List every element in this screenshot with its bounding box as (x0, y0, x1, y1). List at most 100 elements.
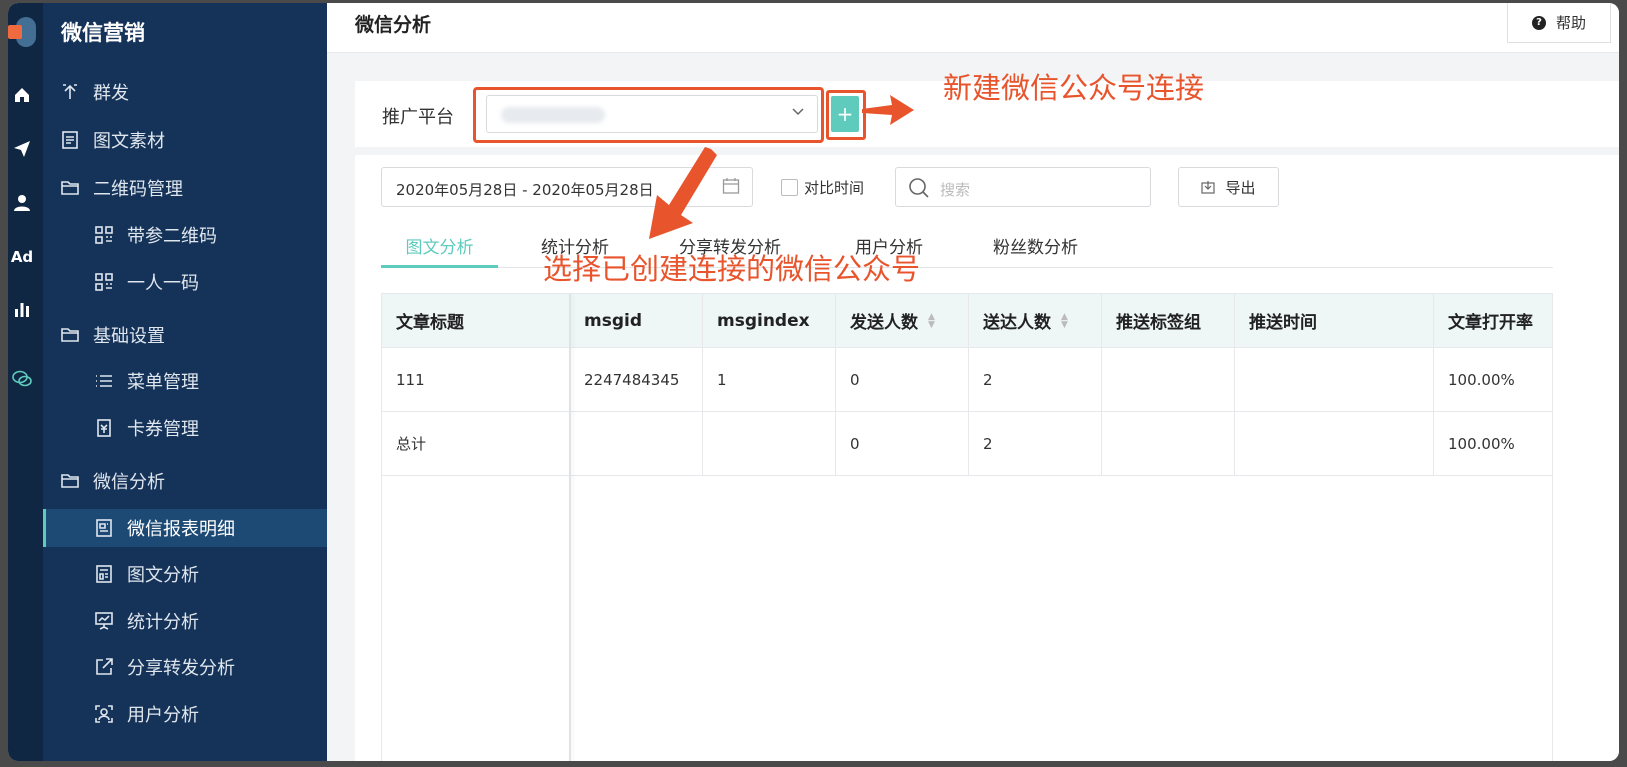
sidebar-item-label: 一人一码 (127, 273, 199, 294)
annotation-select-connection: 选择已创建连接的微信公众号 (543, 252, 921, 286)
sidebar-item-label: 图文分析 (127, 565, 199, 586)
qrcode-icon (93, 271, 115, 293)
sidebar-item-share-analysis[interactable]: 分享转发分析 (43, 648, 327, 686)
column-header: 推送标签组 (1102, 294, 1235, 347)
table-cell (703, 412, 836, 475)
date-range-value: 2020年05月28日 - 2020年05月28日 (396, 181, 654, 199)
search-icon (909, 178, 929, 198)
table-cell (1235, 412, 1434, 475)
fixed-column-divider (569, 294, 571, 761)
annotation-new-connection: 新建微信公众号连接 (943, 71, 1205, 105)
help-label: 帮助 (1555, 14, 1586, 32)
sidebar-item-broadcast[interactable]: 群发 (43, 73, 327, 111)
search-placeholder: 搜索 (940, 181, 971, 199)
folder-icon (59, 324, 81, 346)
sidebar-item-coupons[interactable]: 卡券管理 (43, 409, 327, 447)
sidebar-item-wechat-analysis[interactable]: 微信分析 (43, 462, 327, 500)
page-title: 微信分析 (355, 14, 432, 36)
sidebar-item-materials[interactable]: 图文素材 (43, 121, 327, 159)
export-label: 导出 (1225, 178, 1256, 197)
sidebar-item-user-analysis[interactable]: 用户分析 (43, 695, 327, 733)
presentation-chart-icon (93, 610, 115, 632)
platform-label: 推广平台 (382, 107, 454, 128)
app-window: Ad 微信营销 群发 图文素材 二维码管理 带参二维码 一人一码 基础设置 菜单… (8, 3, 1619, 761)
document-icon (59, 129, 81, 151)
checkbox[interactable] (781, 179, 798, 196)
icon-rail: Ad (8, 3, 43, 761)
help-button[interactable]: ? 帮助 (1507, 3, 1611, 43)
sidebar-item-stats-analysis[interactable]: 统计分析 (43, 602, 327, 640)
annotation-highlight-select (473, 87, 824, 143)
sidebar-title: 微信营销 (61, 21, 145, 45)
sidebar-item-label: 分享转发分析 (127, 658, 235, 679)
chart-icon[interactable] (8, 295, 36, 323)
send-icon[interactable] (8, 135, 36, 163)
app-logo (8, 17, 36, 47)
table-cell (1102, 412, 1235, 475)
annotation-arrow-down (649, 147, 717, 239)
list-icon (93, 370, 115, 392)
column-header: 文章标题 (382, 294, 570, 347)
wechat-icon[interactable] (8, 365, 36, 393)
table-cell: 0 (836, 348, 969, 411)
sort-icon[interactable]: ▲ ▼ (928, 312, 935, 329)
sidebar-item-label: 基础设置 (93, 326, 165, 347)
report-icon (93, 517, 115, 539)
tab-fans-analysis[interactable]: 粉丝数分析 (993, 233, 1078, 268)
table-cell: 1 (703, 348, 836, 411)
sidebar-item-label: 菜单管理 (127, 372, 199, 393)
sidebar-item-label: 图文素材 (93, 131, 165, 152)
folder-icon (59, 177, 81, 199)
sidebar-item-label: 统计分析 (127, 612, 199, 633)
export-button[interactable]: 导出 (1178, 167, 1279, 207)
sidebar-item-personal-qrcode[interactable]: 一人一码 (43, 263, 327, 301)
ad-icon[interactable]: Ad (8, 243, 36, 271)
sidebar-item-qrcode[interactable]: 二维码管理 (43, 169, 327, 207)
sidebar-item-label: 微信分析 (93, 472, 165, 493)
annotation-arrow-right (862, 95, 914, 125)
column-header: msgid (570, 294, 703, 347)
table-cell (1102, 348, 1235, 411)
column-header-sortable[interactable]: 发送人数 ▲ ▼ (836, 294, 969, 347)
table-total-row: 总计 0 2 100.00% (382, 412, 1552, 476)
table-cell: 2 (969, 348, 1102, 411)
qrcode-icon (93, 224, 115, 246)
table-cell: 100.00% (1448, 434, 1515, 453)
sidebar-item-basic-settings[interactable]: 基础设置 (43, 316, 327, 354)
table-cell (1235, 348, 1434, 411)
sidebar-item-param-qrcode[interactable]: 带参二维码 (43, 216, 327, 254)
sidebar-item-label: 带参二维码 (127, 226, 217, 247)
sidebar-item-article-analysis[interactable]: 图文分析 (43, 555, 327, 593)
data-table: 文章标题 msgid msgindex 发送人数 ▲ ▼ 送达人数 ▲ ▼ 推送标签… (381, 293, 1553, 761)
sidebar-item-label: 用户分析 (127, 705, 199, 726)
home-icon[interactable] (8, 81, 36, 109)
column-header: 文章打开率 (1448, 313, 1533, 333)
column-header-label: 送达人数 (983, 313, 1051, 333)
column-header-label: 发送人数 (850, 313, 918, 333)
table-cell (570, 412, 703, 475)
page-header: 微信分析 ? 帮助 (327, 3, 1619, 53)
export-icon (1201, 181, 1216, 194)
search-input[interactable]: 搜索 (895, 167, 1151, 207)
column-header: 推送时间 (1235, 294, 1434, 347)
table-cell: 2247484345 (570, 348, 703, 411)
sidebar-item-label: 卡券管理 (127, 419, 199, 440)
user-icon[interactable] (8, 189, 36, 217)
column-header-sortable[interactable]: 送达人数 ▲ ▼ (969, 294, 1102, 347)
table-cell: 111 (382, 348, 570, 411)
compare-time-checkbox[interactable]: 对比时间 (781, 177, 864, 198)
sidebar-item-label: 微信报表明细 (127, 519, 235, 540)
table-header-row: 文章标题 msgid msgindex 发送人数 ▲ ▼ 送达人数 ▲ ▼ 推送标签… (382, 294, 1552, 348)
sidebar-item-label: 二维码管理 (93, 179, 183, 200)
sidebar: 微信营销 群发 图文素材 二维码管理 带参二维码 一人一码 基础设置 菜单管理 (43, 3, 327, 761)
sort-icon[interactable]: ▲ ▼ (1061, 312, 1068, 329)
sidebar-item-menu[interactable]: 菜单管理 (43, 362, 327, 400)
article-chart-icon (93, 563, 115, 585)
table-cell: 总计 (382, 412, 570, 475)
folder-icon (59, 470, 81, 492)
tab-article-analysis[interactable]: 图文分析 (381, 233, 498, 268)
sidebar-item-report-detail[interactable]: 微信报表明细 (43, 509, 327, 547)
table-row: 111 2247484345 1 0 2 100.00% (382, 348, 1552, 412)
table-cell: 0 (836, 412, 969, 475)
column-header: msgindex (703, 294, 836, 347)
